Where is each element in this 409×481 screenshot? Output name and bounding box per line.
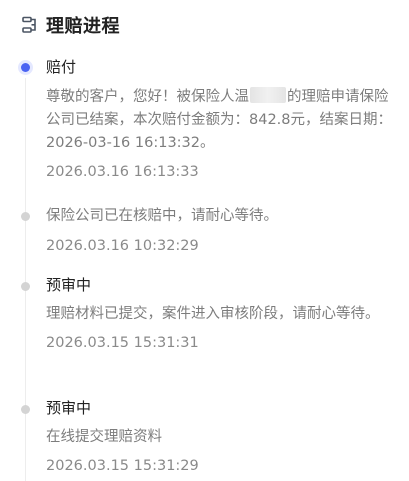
section-title: 理赔进程: [46, 16, 120, 37]
timeline-description: 在线提交理赔资料: [46, 429, 162, 445]
timeline-content: 预审中 在线提交理赔资料 2026.03.15 15:31:29: [46, 397, 396, 477]
section-header: 理赔进程: [22, 12, 120, 38]
description-part-1: 尊敬的客户，您好！被保险人温: [46, 89, 249, 105]
progress-list-icon: [22, 16, 36, 33]
timeline-title: 赔付: [46, 58, 77, 76]
timeline-title: 预审中: [46, 399, 92, 417]
timeline-dot: [21, 212, 30, 221]
timeline-dot-active: [21, 63, 30, 72]
timeline-dot: [21, 282, 30, 291]
timeline-time: 2026.03.15 15:31:29: [46, 458, 199, 474]
redacted-name: [250, 87, 286, 103]
claim-progress-page: 理赔进程 赔付 尊敬的客户，您好！被保险人温 的理赔申请保险公司已结案，本次赔付金…: [0, 0, 409, 481]
timeline-content: 保险公司已在核赔中，请耐心等待。 2026.03.16 10:32:29: [46, 202, 396, 257]
timeline-description: 尊敬的客户，您好！被保险人温 的理赔申请保险公司已结案，本次赔付金额为：842.8…: [46, 86, 396, 155]
timeline-time: 2026.03.16 16:13:33: [46, 164, 199, 180]
timeline-title: 预审中: [46, 276, 92, 294]
timeline-dot: [21, 405, 30, 414]
timeline-description: 保险公司已在核赔中，请耐心等待。: [46, 208, 278, 224]
timeline-content: 预审中 理赔材料已提交，案件进入审核阶段，请耐心等待。 2026.03.15 1…: [46, 274, 396, 354]
timeline-description: 理赔材料已提交，案件进入审核阶段，请耐心等待。: [46, 306, 380, 322]
timeline-content: 赔付 尊敬的客户，您好！被保险人温 的理赔申请保险公司已结案，本次赔付金额为：84…: [46, 52, 396, 183]
timeline-time: 2026.03.16 10:32:29: [46, 238, 199, 254]
timeline-line: [25, 78, 26, 481]
timeline-time: 2026.03.15 15:31:31: [46, 335, 199, 351]
